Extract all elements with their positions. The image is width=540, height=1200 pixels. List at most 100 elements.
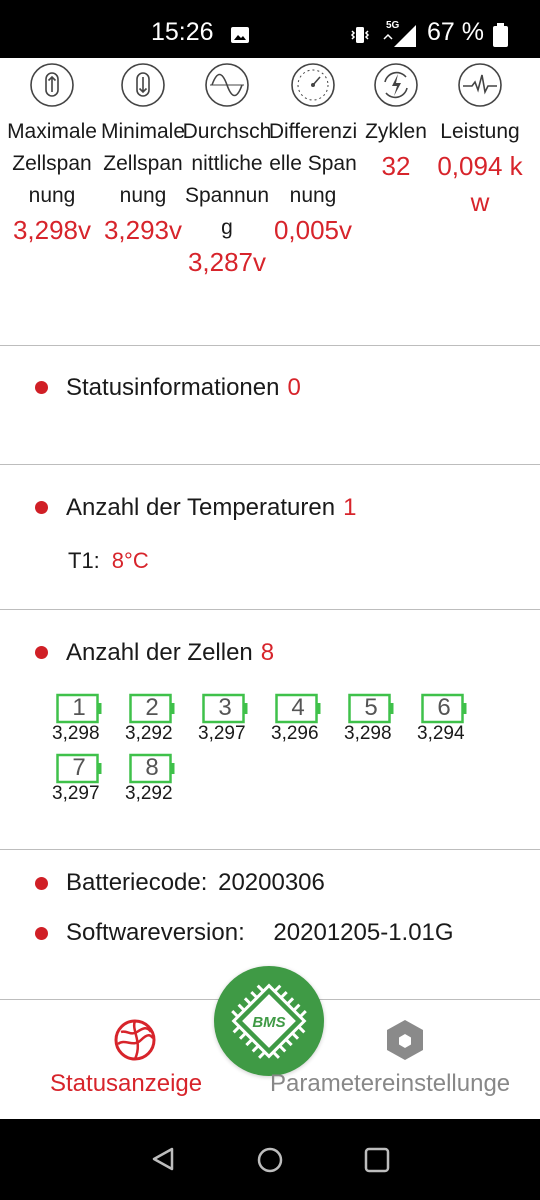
bullet [35,927,48,940]
temperature-item: T1: 8°C [68,548,188,574]
battery-code-label: Batteriecode: [66,869,208,896]
sine-wave-icon [205,63,249,107]
cell-number: 6 [437,694,451,721]
stat-value: 3,298v [12,215,92,245]
stat-min-cell-voltage: Minimale Zellspannung 3,293v [98,62,188,248]
battery-cell-icon: 4 [275,693,323,724]
bms-label: BMS [252,1014,285,1031]
divider [0,609,540,610]
cell-voltage: 3,297 [52,783,100,804]
settings-hexagon-icon[interactable] [383,1018,427,1062]
cell-voltage: 3,292 [125,723,173,744]
gauge-icon [291,63,335,107]
stat-value: 3,293v [103,215,183,245]
cell-voltage: 3,298 [52,723,100,744]
tab-statusanzeige[interactable]: Statusanzeige [50,1070,202,1098]
cell-number: 5 [364,694,378,721]
section-label: Anzahl der Zellen [66,639,253,666]
battery-cell-icon: 6 [421,693,469,724]
battery-code-value: 20200306 [218,869,325,896]
stat-value: 0,094 kw [437,151,523,217]
battery-icon [493,23,508,47]
cell-item: 7 3,297 [52,753,112,805]
battery-cell-icon: 3 [202,693,250,724]
temperature-count: 1 [343,494,357,521]
cell-number: 7 [72,754,86,781]
status-info-title: Statusinformationen 0 [66,374,301,402]
stat-cycles: Zyklen 32 [351,62,441,184]
tab-parametereinstellungen[interactable]: Parametereinstellunge [270,1070,510,1098]
status-bar: 15:26 5G 67 % [0,0,540,58]
software-version-value: 20201205-1.01G [273,919,454,946]
cell-number: 2 [145,694,159,721]
stat-avg-voltage: Durchschnittliche Spannung 3,287v [182,62,272,280]
stat-diff-voltage: Differenzielle Spannung 0,005v [268,62,358,248]
cell-voltage: 3,297 [198,723,246,744]
stat-label: Leistung [440,120,520,143]
cell-voltage: 3,298 [344,723,392,744]
cell-item: 6 3,294 [417,693,477,745]
cell-number: 4 [291,694,305,721]
temperature-label: T1: [68,548,100,573]
clock: 15:26 [151,18,214,46]
divider [0,345,540,346]
cell-item: 2 3,292 [125,693,185,745]
vibrate-icon [350,27,370,43]
stat-value: 0,005v [273,215,353,245]
stat-max-cell-voltage: Maximale Zellspannung 3,298v [7,62,97,248]
bullet [35,646,48,659]
home-icon[interactable] [256,1146,284,1174]
cell-item: 1 3,298 [52,693,112,745]
arrow-up-cylinder-icon [30,63,74,107]
cell-number: 3 [218,694,232,721]
battery-cell-icon: 8 [129,753,177,784]
divider [0,849,540,850]
section-label: Anzahl der Temperaturen [66,494,336,521]
bullet [35,501,48,514]
bullet [35,877,48,890]
cell-voltage: 3,296 [271,723,319,744]
arrow-down-cylinder-icon [121,63,165,107]
software-version-label: Softwareversion: [66,919,245,946]
signal-icon [383,25,416,47]
image-notification-icon [231,27,249,43]
stat-label: Durchschnittliche Spannung [182,120,272,239]
cell-voltage: 3,294 [417,723,465,744]
stat-label: Zyklen [365,120,427,143]
cells-title: Anzahl der Zellen 8 [66,639,274,667]
stat-label: Minimale Zellspannung [100,120,186,207]
recents-icon[interactable] [364,1147,390,1173]
system-nav-bar [0,1119,540,1200]
section-label: Statusinformationen [66,374,280,401]
stat-label: Differenzielle Spannung [268,120,358,207]
battery-cell-icon: 1 [56,693,104,724]
stat-power: Leistung 0,094 kw [435,62,525,220]
battery-cell-icon: 2 [129,693,177,724]
cell-item: 8 3,292 [125,753,185,805]
status-info-count: 0 [287,374,301,401]
status-globe-icon[interactable] [113,1018,157,1062]
battery-cell-icon: 5 [348,693,396,724]
bms-button[interactable]: BMS [214,966,324,1076]
back-icon[interactable] [150,1146,176,1172]
cell-number: 8 [145,754,159,781]
stat-value: 32 [381,151,411,181]
stat-label: Maximale Zellspannung [7,120,97,207]
cell-number: 1 [72,694,86,721]
temperature-value: 8°C [111,548,149,573]
cells-count: 8 [260,639,275,666]
bullet [35,381,48,394]
cell-item: 4 3,296 [271,693,331,745]
divider [0,464,540,465]
stat-value: 3,287v [187,247,267,277]
cell-voltage: 3,292 [125,783,173,804]
cell-item: 3 3,297 [198,693,258,745]
cell-item: 5 3,298 [344,693,404,745]
battery-cell-icon: 7 [56,753,104,784]
pulse-bolt-icon [458,63,502,107]
temperature-title: Anzahl der Temperaturen 1 [66,494,356,522]
battery-code-row: Batteriecode: 20200306 [66,869,325,897]
software-version-row: Softwareversion: 20201205-1.01G [66,919,454,947]
cycle-bolt-icon [374,63,418,107]
bms-chip-icon: BMS [231,983,307,1059]
